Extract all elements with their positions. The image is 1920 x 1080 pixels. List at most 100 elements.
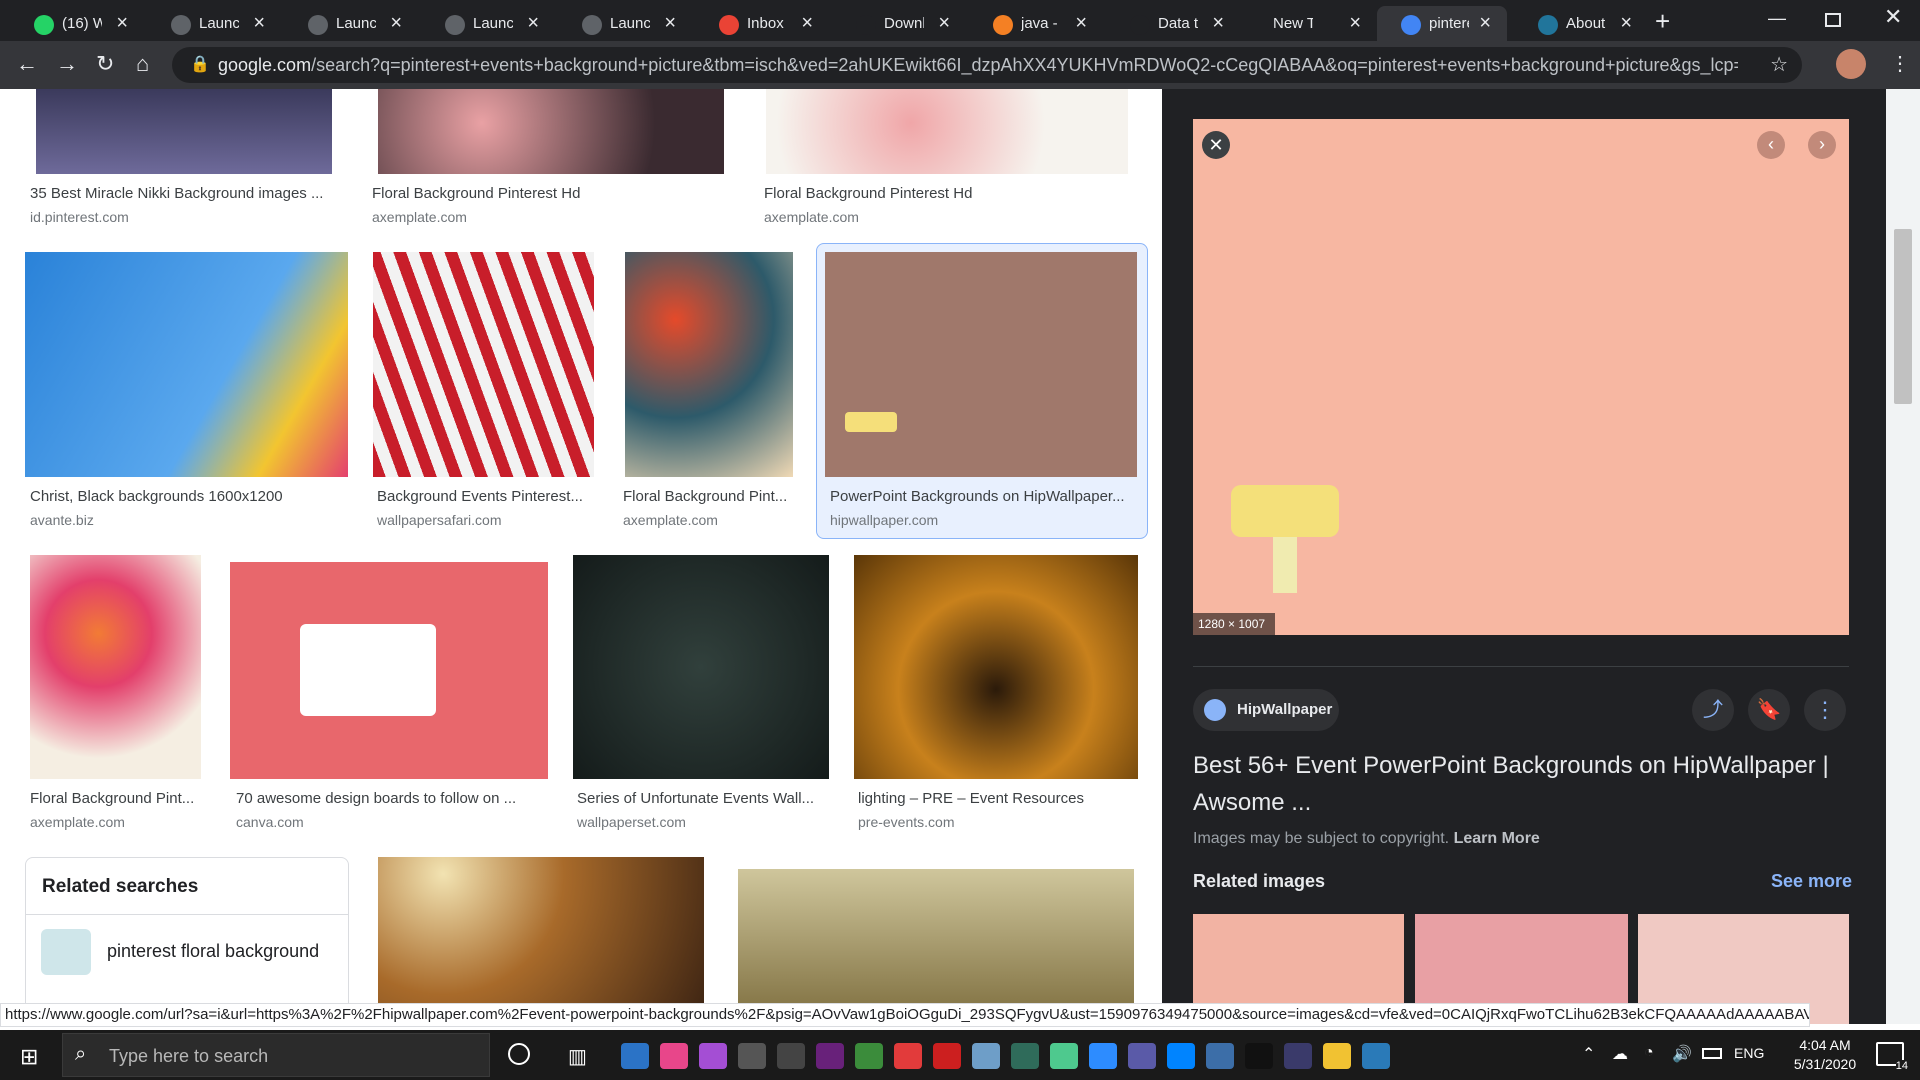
profile-avatar[interactable] [1836,49,1866,79]
battery-icon[interactable] [1702,1048,1722,1059]
browser-tab[interactable]: About P × [1514,6,1648,41]
eclipse-icon[interactable] [1284,1043,1312,1069]
result-caption[interactable]: 35 Best Miracle Nikki Background images … [30,185,340,202]
cube-icon[interactable] [972,1043,1000,1069]
minimize-button[interactable]: — [1768,8,1786,29]
browser-tab[interactable]: (16) What × [10,6,144,41]
itunes-icon[interactable] [660,1043,688,1069]
result-caption[interactable]: 70 awesome design boards to follow on ..… [236,790,546,807]
result-image[interactable] [25,252,348,477]
clock[interactable]: 4:04 AM 5/31/2020 [1780,1036,1870,1074]
browser-tab[interactable]: Downloa × [832,6,966,41]
messenger-icon[interactable] [1167,1043,1195,1069]
more-icon[interactable]: ⋮ [1804,689,1846,731]
volume-icon[interactable]: 🔊 [1672,1044,1692,1064]
result-caption[interactable]: Floral Background Pinterest Hd [372,185,702,202]
result-caption[interactable]: Christ, Black backgrounds 1600x1200 [30,488,340,505]
selected-result[interactable]: PowerPoint Backgrounds on HipWallpaper..… [816,243,1148,539]
result-image[interactable] [573,555,829,779]
taskbar-search-box[interactable]: ⌕ Type here to search [62,1033,490,1077]
tab-close-icon[interactable]: × [527,12,539,35]
epic-games-icon[interactable] [777,1043,805,1069]
browser-tab[interactable]: Launch M × [421,6,555,41]
language-indicator[interactable]: ENG [1734,1045,1764,1061]
see-more-link[interactable]: See more [1771,871,1852,892]
result-image[interactable] [378,89,724,174]
onedrive-icon[interactable]: ☁ [1612,1044,1628,1064]
result-caption[interactable]: Floral Background Pint... [30,790,200,807]
browser-tab[interactable]: Data typ × [1106,6,1240,41]
browser-tab[interactable]: java - ad × [969,6,1103,41]
bookmark-star-icon[interactable]: ☆ [1770,52,1788,77]
task-view-icon[interactable]: ▥ [568,1044,587,1069]
result-image[interactable] [30,555,201,779]
windows-start-icon[interactable]: ⊞ [20,1044,38,1070]
browser-tab[interactable]: Launch M × [558,6,692,41]
previous-icon[interactable]: ‹ [1757,131,1785,159]
browser-tab[interactable]: New Tab × [1243,6,1377,41]
photos-icon[interactable] [1362,1043,1390,1069]
result-image[interactable] [738,869,1134,1024]
address-bar[interactable]: 🔒 google.com/search?q=pinterest+events+b… [172,47,1802,83]
preview-image[interactable]: 1280 × 1007 [1193,119,1849,635]
restore-button[interactable] [1825,13,1841,27]
tab-close-icon[interactable]: × [253,12,265,35]
result-caption[interactable]: Floral Background Pinterest Hd [764,185,1094,202]
result-caption[interactable]: Floral Background Pint... [623,488,793,505]
result-caption[interactable]: Series of Unfortunate Events Wall... [577,790,827,807]
result-caption[interactable]: lighting – PRE – Event Resources [858,790,1138,807]
tab-close-icon[interactable]: × [664,12,676,35]
new-tab-button[interactable]: + [1655,6,1670,37]
next-icon[interactable]: › [1808,131,1836,159]
eclipse-icon[interactable] [1128,1043,1156,1069]
home-icon[interactable]: ⌂ [136,51,149,77]
result-caption[interactable]: Background Events Pinterest... [377,488,592,505]
forward-icon[interactable]: → [56,51,78,77]
github-icon[interactable] [1050,1043,1078,1069]
sql-icon[interactable] [1206,1043,1234,1069]
notes-icon[interactable] [1011,1043,1039,1069]
chrome-icon[interactable] [855,1043,883,1069]
close-window-button[interactable]: ✕ [1884,4,1902,30]
file-explorer-icon[interactable] [1323,1043,1351,1069]
back-icon[interactable]: ← [16,51,38,77]
related-search-item[interactable]: pinterest floral background [26,915,348,987]
bookmark-icon[interactable]: 🔖 [1748,689,1790,731]
result-caption[interactable]: PowerPoint Backgrounds on HipWallpaper..… [830,488,1135,505]
podcast-icon[interactable] [699,1043,727,1069]
wifi-icon[interactable]: ◔ [1644,1044,1654,1062]
close-icon[interactable]: ✕ [1202,131,1230,159]
scrollbar-thumb[interactable] [1894,229,1912,404]
tab-close-icon[interactable]: × [1620,12,1632,35]
instagram-icon[interactable] [894,1043,922,1069]
cortana-icon[interactable] [508,1043,530,1065]
zoom-icon[interactable] [1089,1043,1117,1069]
tab-close-icon[interactable]: × [938,12,950,35]
result-image[interactable] [854,555,1138,779]
result-image[interactable] [230,562,548,779]
result-image[interactable] [373,252,594,477]
tab-close-icon[interactable]: × [1479,12,1491,35]
menu-icon[interactable]: ⋮ [1890,51,1910,76]
tray-chevron-icon[interactable]: ⌃ [1582,1044,1595,1064]
learn-more-link[interactable]: Learn More [1454,830,1540,847]
result-image[interactable] [378,857,704,1024]
visual-studio-icon[interactable] [816,1043,844,1069]
tab-close-icon[interactable]: × [801,12,813,35]
vs-code-icon[interactable] [738,1043,766,1069]
share-icon[interactable]: ⤴ [1692,689,1734,731]
browser-tab[interactable]: Inbox (5 × [695,6,829,41]
tab-close-icon[interactable]: × [1212,12,1224,35]
tab-close-icon[interactable]: × [1349,12,1361,35]
tab-close-icon[interactable]: × [390,12,402,35]
mail-icon[interactable] [621,1043,649,1069]
result-image[interactable] [766,89,1128,174]
notification-icon[interactable]: 14 [1876,1042,1908,1072]
scrollbar[interactable] [1886,89,1920,1024]
tab-close-icon[interactable]: × [116,12,128,35]
arduino-icon[interactable] [933,1043,961,1069]
result-image[interactable] [625,252,793,477]
tab-close-icon[interactable]: × [1075,12,1087,35]
browser-tab[interactable]: Launch M × [147,6,281,41]
result-image[interactable] [36,89,332,174]
